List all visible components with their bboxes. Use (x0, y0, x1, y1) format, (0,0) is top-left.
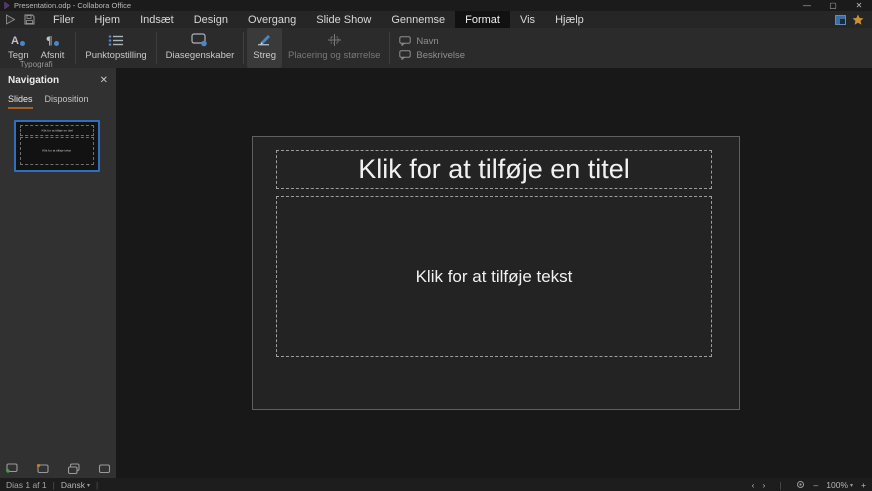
minimize-button[interactable]: — (794, 0, 820, 11)
menu-item-gennemse[interactable]: Gennemse (381, 11, 455, 28)
titlebar: Presentation.odp - Collabora Office — ▢ … (0, 0, 872, 11)
slide-properties-button[interactable]: Diasegenskaber (160, 28, 241, 68)
feedback-window-icon[interactable] (835, 15, 846, 25)
previous-slide-button[interactable]: ‹ (752, 480, 755, 490)
line-button[interactable]: Streg (247, 28, 282, 68)
rename-slide-icon[interactable] (35, 462, 49, 476)
zoom-level-selector[interactable]: 100%▾ (826, 480, 853, 490)
ribbon-separator (156, 32, 157, 64)
ribbon-toolbar: A Tegn ¶ Afsnit Typografi (0, 28, 872, 68)
thumbnail-body-placeholder: Klik for at tilføje tekst (20, 137, 94, 165)
navigation-panel: Navigation ✕ Slides Disposition Klik for… (0, 68, 116, 478)
zoom-fit-icon[interactable] (796, 480, 806, 489)
slide-editing-area[interactable]: Klik for at tilføje en titel Klik for at… (252, 136, 740, 410)
bullets-icon (108, 32, 124, 48)
chevron-down-icon: ▾ (87, 483, 90, 489)
speech-bubble-icon (399, 36, 411, 46)
tab-slides[interactable]: Slides (8, 94, 33, 109)
bullets-button[interactable]: Punktopstilling (79, 28, 152, 68)
slide-panel-toolbar (0, 461, 116, 477)
ribbon-group-typografi: A Tegn ¶ Afsnit Typografi (0, 28, 72, 68)
paragraph-button[interactable]: ¶ Afsnit (35, 28, 71, 61)
close-button[interactable]: ✕ (846, 0, 872, 11)
name-description-group: Navn Beskrivelse (393, 28, 471, 68)
collabora-logo-icon (5, 14, 16, 25)
menu-item-slide-show[interactable]: Slide Show (306, 11, 381, 28)
statusbar-right: ‹ › | – 100%▾ + (752, 480, 866, 490)
character-icon: A (10, 32, 26, 48)
ribbon-separator (75, 32, 76, 64)
position-size-button[interactable]: Placering og størrelse (282, 28, 386, 68)
menu-item-design[interactable]: Design (184, 11, 238, 28)
title-placeholder[interactable]: Klik for at tilføje en titel (276, 150, 712, 189)
new-slide-icon[interactable] (4, 462, 18, 476)
save-icon[interactable] (24, 14, 35, 25)
slide-count-status: Dias 1 af 1 (6, 480, 47, 490)
panel-close-icon[interactable]: ✕ (100, 75, 108, 86)
slide-properties-icon (191, 32, 208, 48)
slide-canvas[interactable]: Klik for at tilføje en titel Klik for at… (116, 68, 872, 478)
name-button[interactable]: Navn (399, 36, 465, 47)
duplicate-slide-icon[interactable] (67, 462, 81, 476)
menubar: Filer Hjem Indsæt Design Overgang Slide … (0, 11, 872, 28)
language-selector[interactable]: Dansk▾ (61, 480, 90, 490)
menu-item-format[interactable]: Format (455, 11, 510, 28)
zoom-in-button[interactable]: + (861, 480, 866, 490)
slide-layout-icon[interactable] (98, 462, 112, 476)
line-icon (257, 32, 272, 48)
navigation-tabs: Slides Disposition (0, 91, 116, 109)
zoom-out-button[interactable]: – (814, 480, 819, 490)
menu-item-vis[interactable]: Vis (510, 11, 545, 28)
navigation-header: Navigation ✕ (0, 68, 116, 91)
character-button[interactable]: A Tegn (2, 28, 35, 61)
app-logo-icon (4, 2, 10, 9)
svg-text:A: A (11, 35, 19, 47)
position-size-icon (327, 32, 342, 48)
menu-item-indsaet[interactable]: Indsæt (130, 11, 184, 28)
maximize-button[interactable]: ▢ (820, 0, 846, 11)
body-placeholder[interactable]: Klik for at tilføje tekst (276, 196, 712, 357)
menubar-right-icons (835, 11, 872, 28)
menu-item-hjem[interactable]: Hjem (84, 11, 130, 28)
statusbar: Dias 1 af 1 | Dansk▾ | ‹ › | – 100%▾ + (0, 478, 872, 491)
window-controls: — ▢ ✕ (794, 0, 872, 11)
menu-item-hjaelp[interactable]: Hjælp (545, 11, 594, 28)
description-button[interactable]: Beskrivelse (399, 50, 465, 61)
navigation-title: Navigation (8, 75, 59, 86)
ribbon-separator (243, 32, 244, 64)
speech-bubble-icon (399, 50, 411, 60)
ribbon-separator (389, 32, 390, 64)
collabora-impress-window: { "titlebar": { "title": "Presentation.o… (0, 0, 872, 491)
thumbnail-title-placeholder: Klik for at tilføje en titel (20, 125, 94, 136)
chevron-down-icon: ▾ (850, 483, 853, 489)
menu-item-overgang[interactable]: Overgang (238, 11, 306, 28)
tab-disposition[interactable]: Disposition (45, 94, 89, 109)
next-slide-button[interactable]: › (762, 480, 765, 490)
svg-text:¶: ¶ (46, 33, 52, 47)
star-icon[interactable] (852, 14, 864, 25)
menu-item-filer[interactable]: Filer (43, 11, 84, 28)
slide-thumbnail[interactable]: Klik for at tilføje en titel Klik for at… (14, 120, 100, 172)
window-title: Presentation.odp - Collabora Office (14, 1, 131, 10)
paragraph-icon: ¶ (44, 32, 60, 48)
